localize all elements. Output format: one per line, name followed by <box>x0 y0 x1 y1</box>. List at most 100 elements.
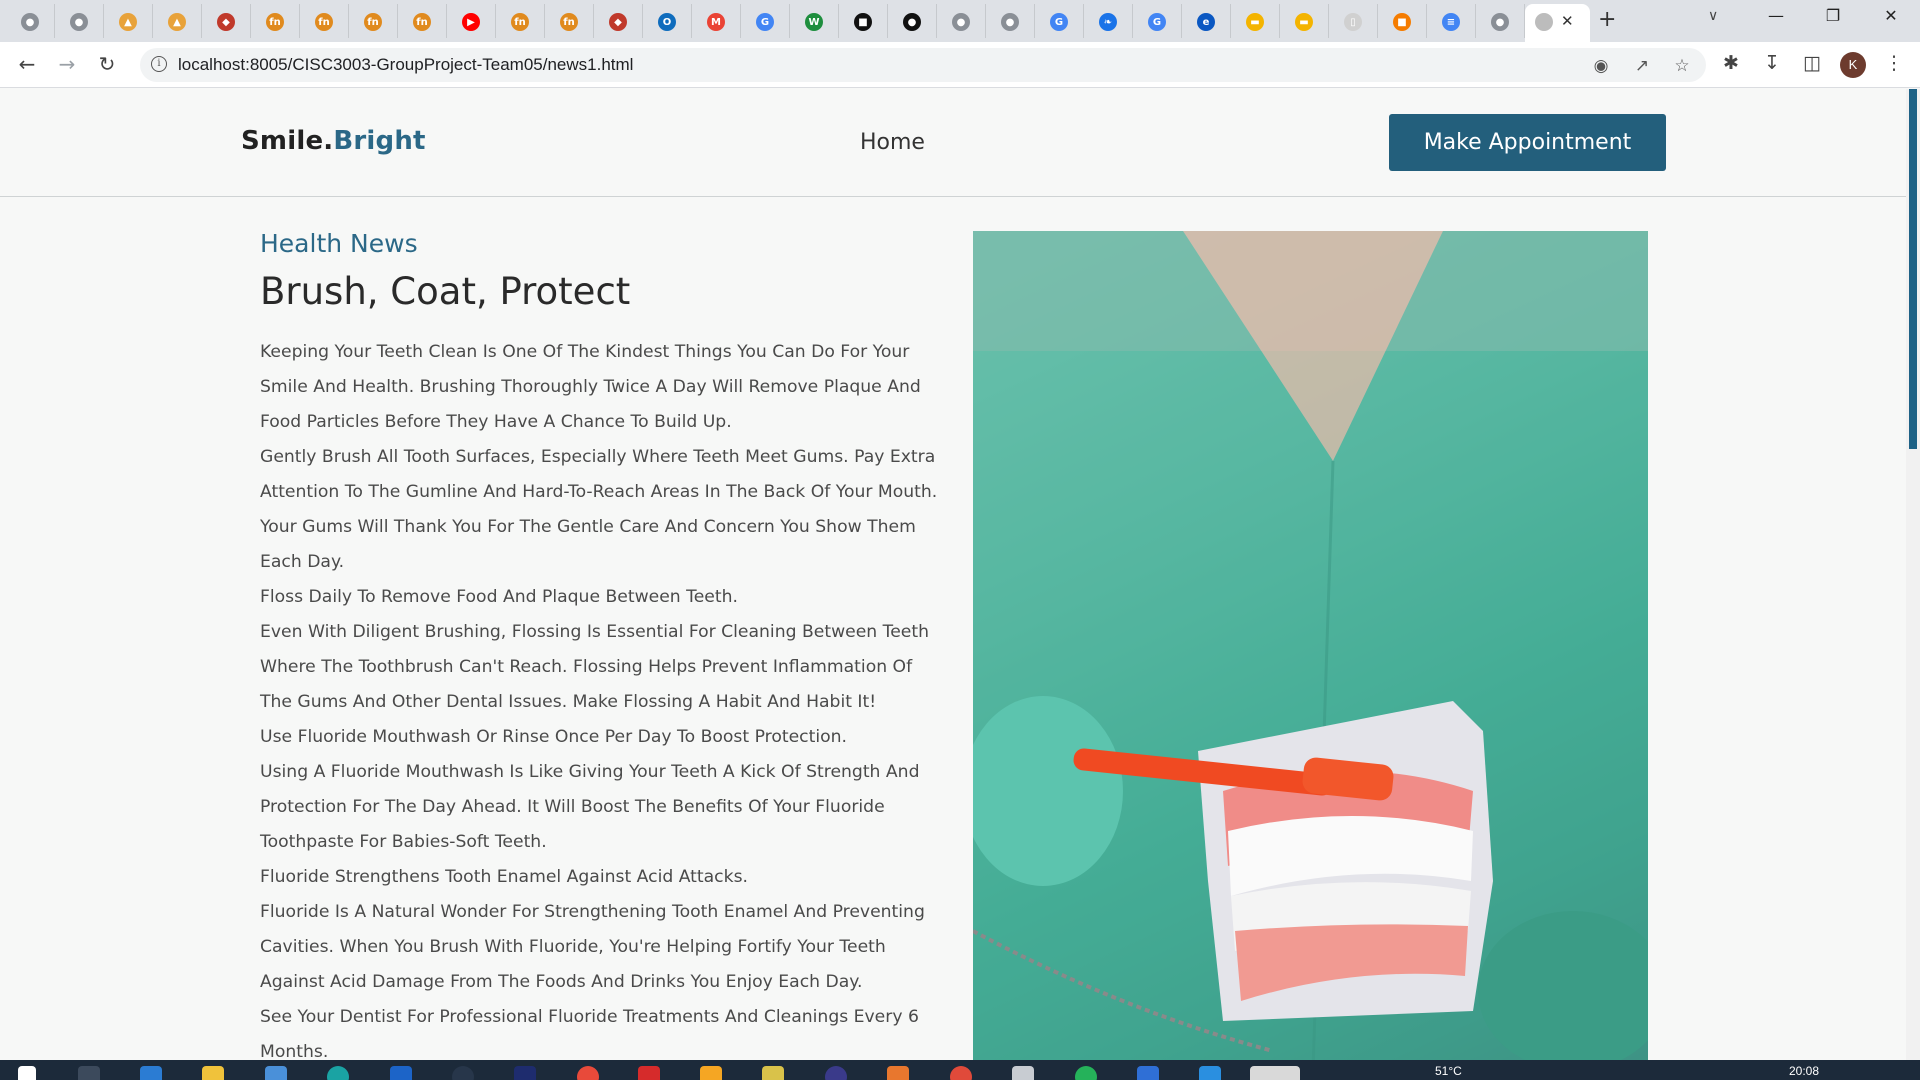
tab-search-chevron-icon[interactable]: ∨ <box>1708 8 1718 24</box>
task-view-icon[interactable] <box>78 1066 100 1080</box>
taskbar-app-icon[interactable] <box>950 1066 972 1080</box>
browser-tab[interactable]: fn <box>251 4 300 38</box>
windows-taskbar: 51°C 20:08 <box>0 1060 1920 1080</box>
hero-illustration <box>973 231 1648 1060</box>
browser-tab-active[interactable]: ✕ <box>1525 4 1590 42</box>
logo-main: Smile. <box>241 126 334 156</box>
article-paragraph: Gently Brush All Tooth Surfaces, Especia… <box>260 447 938 572</box>
browser-tab[interactable]: fn <box>545 4 594 38</box>
loading-page-icon <box>1535 13 1553 31</box>
browser-tab[interactable]: e <box>1182 4 1231 38</box>
globe-icon: ● <box>21 13 39 31</box>
browser-tab[interactable]: ▬ <box>1231 4 1280 38</box>
taskbar-clock[interactable]: 20:08 <box>1789 1064 1819 1078</box>
browser-tab[interactable]: ● <box>1476 4 1525 38</box>
google-icon: G <box>1050 13 1068 31</box>
taskbar-app-icon[interactable] <box>1075 1066 1097 1080</box>
taskbar-app-icon[interactable] <box>452 1066 474 1080</box>
download-icon[interactable]: ↧ <box>1758 52 1786 74</box>
file-explorer-icon[interactable] <box>202 1066 224 1080</box>
taskbar-app-icon[interactable] <box>390 1066 412 1080</box>
taskbar-app-icon[interactable] <box>887 1066 909 1080</box>
google-icon: G <box>756 13 774 31</box>
slides-icon: ▬ <box>1295 13 1313 31</box>
browser-tab[interactable]: ▲ <box>153 4 202 38</box>
browser-tab[interactable]: ▲ <box>104 4 153 38</box>
browser-tab[interactable]: ● <box>986 4 1035 38</box>
site-logo[interactable]: Smile.Bright <box>241 126 426 156</box>
browser-tab[interactable]: fn <box>496 4 545 38</box>
news-article: Health News Brush, Coat, Protect Keeping… <box>260 229 940 1060</box>
bookmark-star-icon[interactable]: ☆ <box>1669 56 1695 76</box>
share-icon[interactable]: ↗ <box>1629 56 1655 76</box>
taskbar-app-icon[interactable] <box>265 1066 287 1080</box>
reload-icon[interactable]: ↻ <box>93 52 121 76</box>
article-paragraph: Use Fluoride Mouthwash Or Rinse Once Per… <box>260 727 847 747</box>
weather-temperature[interactable]: 51°C <box>1435 1064 1462 1078</box>
article-paragraph: Floss Daily To Remove Food And Plaque Be… <box>260 587 738 607</box>
side-panel-icon[interactable]: ◫ <box>1798 52 1826 74</box>
taskbar-app-icon[interactable] <box>140 1066 162 1080</box>
browser-tab[interactable]: ◆ <box>594 4 643 38</box>
taskbar-app-icon[interactable] <box>825 1066 847 1080</box>
browser-tab[interactable]: G <box>1133 4 1182 38</box>
browser-menu-icon[interactable]: ⋮ <box>1880 52 1908 74</box>
site-info-icon[interactable]: i <box>151 56 167 72</box>
browser-tab[interactable]: ❧ <box>1084 4 1133 38</box>
browser-tab[interactable]: ● <box>6 4 55 38</box>
forward-arrow-icon[interactable]: → <box>53 52 81 76</box>
start-windows-icon[interactable] <box>18 1066 36 1080</box>
taskbar-app-icon[interactable] <box>700 1066 722 1080</box>
page-scrollbar[interactable] <box>1906 89 1920 1060</box>
browser-tab[interactable]: ▬ <box>1280 4 1329 38</box>
edge-icon: e <box>1197 13 1215 31</box>
browser-tab[interactable]: fn <box>300 4 349 38</box>
browser-tab[interactable]: ● <box>937 4 986 38</box>
back-arrow-icon[interactable]: ← <box>13 52 41 76</box>
address-bar[interactable]: i localhost:8005/CISC3003-GroupProject-T… <box>140 48 1706 82</box>
slides-icon: ▬ <box>1246 13 1264 31</box>
make-appointment-button[interactable]: Make Appointment <box>1389 114 1666 171</box>
github-icon: ● <box>903 13 921 31</box>
browser-tab[interactable]: G <box>1035 4 1084 38</box>
close-window-button[interactable]: ✕ <box>1868 6 1914 25</box>
browser-tab[interactable]: ● <box>55 4 104 38</box>
vscode-icon[interactable] <box>1199 1066 1221 1080</box>
taskbar-app-icon[interactable] <box>1012 1066 1034 1080</box>
new-tab-button[interactable]: + <box>1598 8 1616 32</box>
red-app-icon: ◆ <box>609 13 627 31</box>
browser-tab[interactable]: ▶ <box>447 4 496 38</box>
restore-button[interactable]: ❐ <box>1810 6 1856 25</box>
browser-tab[interactable]: ■ <box>839 4 888 38</box>
article-paragraph: Using A Fluoride Mouthwash Is Like Givin… <box>260 762 920 852</box>
nav-home-link[interactable]: Home <box>860 130 925 155</box>
translate-icon[interactable]: ◉ <box>1588 56 1614 76</box>
browser-tab[interactable]: O <box>643 4 692 38</box>
taskbar-app-icon[interactable] <box>638 1066 660 1080</box>
browser-tab[interactable]: ◆ <box>202 4 251 38</box>
browser-tab[interactable]: fn <box>349 4 398 38</box>
browser-tab[interactable]: M <box>692 4 741 38</box>
browser-tab[interactable]: fn <box>398 4 447 38</box>
taskbar-app-icon[interactable] <box>577 1066 599 1080</box>
taskbar-app-icon[interactable] <box>1137 1066 1159 1080</box>
browser-tab[interactable]: W <box>790 4 839 38</box>
terminal-icon: ■ <box>854 13 872 31</box>
address-url[interactable]: localhost:8005/CISC3003-GroupProject-Tea… <box>178 55 633 75</box>
minimize-button[interactable]: — <box>1753 6 1799 25</box>
extensions-puzzle-icon[interactable]: ✱ <box>1717 52 1745 74</box>
chrome-taskbar-icon[interactable] <box>1250 1066 1300 1080</box>
taskbar-app-icon[interactable] <box>762 1066 784 1080</box>
browser-tab[interactable]: ≡ <box>1427 4 1476 38</box>
article-paragraph: Keeping Your Teeth Clean Is One Of The K… <box>260 342 921 432</box>
scrollbar-thumb[interactable] <box>1909 89 1917 449</box>
profile-avatar[interactable]: K <box>1840 52 1866 78</box>
browser-tab[interactable]: ● <box>888 4 937 38</box>
close-tab-icon[interactable]: ✕ <box>1561 12 1574 30</box>
taskbar-app-icon[interactable] <box>327 1066 349 1080</box>
taskbar-app-icon[interactable] <box>514 1066 536 1080</box>
browser-tab[interactable]: G <box>741 4 790 38</box>
browser-tab[interactable]: ▯ <box>1329 4 1378 38</box>
globe-icon: ● <box>952 13 970 31</box>
browser-tab[interactable]: ■ <box>1378 4 1427 38</box>
